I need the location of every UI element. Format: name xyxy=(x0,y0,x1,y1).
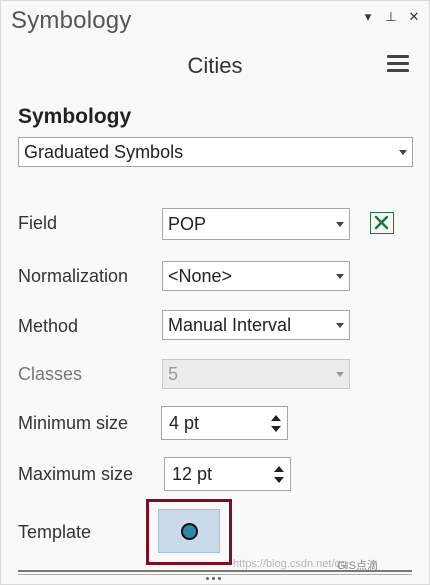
maximum-size-stepper[interactable]: 12 pt xyxy=(164,457,291,491)
excel-expression-icon[interactable] xyxy=(370,212,394,234)
pin-icon[interactable]: ⊥ xyxy=(381,7,401,27)
classes-select: 5 xyxy=(162,359,350,389)
primary-symbology-select[interactable]: Graduated Symbols xyxy=(18,137,413,167)
symbology-heading: Symbology xyxy=(18,105,132,128)
chevron-down-icon xyxy=(331,371,349,377)
layer-header: Cities xyxy=(1,47,429,87)
chevron-down-icon xyxy=(394,149,412,155)
increment-icon[interactable] xyxy=(271,414,281,421)
method-select[interactable]: Manual Interval xyxy=(162,310,350,340)
chevron-down-icon xyxy=(331,273,349,279)
chevron-down-icon xyxy=(331,322,349,328)
resize-grip-icon[interactable] xyxy=(206,577,221,580)
maximum-size-value: 12 pt xyxy=(172,463,213,484)
maximum-size-spin-buttons[interactable] xyxy=(268,458,290,490)
pane-title: Symbology xyxy=(11,7,132,34)
circle-marker-icon xyxy=(180,522,198,540)
classes-value: 5 xyxy=(168,363,179,384)
divider xyxy=(18,570,412,572)
chevron-down-icon xyxy=(331,221,349,227)
normalization-label: Normalization xyxy=(18,266,129,286)
template-label: Template xyxy=(18,522,92,542)
decrement-icon[interactable] xyxy=(274,476,284,483)
pane-titlebar: Symbology ▾ ⊥ ✕ xyxy=(1,1,429,43)
minimum-size-spin-buttons[interactable] xyxy=(265,407,287,439)
field-select[interactable]: POP xyxy=(162,208,350,240)
hamburger-menu-icon[interactable] xyxy=(387,55,409,75)
template-symbol-button[interactable] xyxy=(158,509,220,553)
close-icon[interactable]: ✕ xyxy=(404,7,424,27)
minimum-size-value: 4 pt xyxy=(169,412,200,433)
field-value: POP xyxy=(168,213,207,234)
minimum-size-stepper[interactable]: 4 pt xyxy=(161,406,288,440)
method-value: Manual Interval xyxy=(168,314,292,335)
field-label: Field xyxy=(18,213,58,233)
watermark-url: https://blog.csdn.net/qq xyxy=(233,558,347,570)
divider xyxy=(18,574,412,575)
normalization-select[interactable]: <None> xyxy=(162,261,350,291)
pane-options-dropdown-icon[interactable]: ▾ xyxy=(358,7,378,27)
minimum-size-label: Minimum size xyxy=(18,413,129,433)
symbology-pane: Symbology ▾ ⊥ ✕ Cities Symbology Graduat… xyxy=(0,0,430,585)
normalization-value: <None> xyxy=(168,265,233,286)
increment-icon[interactable] xyxy=(274,465,284,472)
layer-name: Cities xyxy=(187,53,243,78)
classes-label: Classes xyxy=(18,364,83,384)
maximum-size-label: Maximum size xyxy=(18,464,134,484)
decrement-icon[interactable] xyxy=(271,425,281,432)
method-label: Method xyxy=(18,316,79,336)
primary-symbology-value: Graduated Symbols xyxy=(24,141,184,162)
